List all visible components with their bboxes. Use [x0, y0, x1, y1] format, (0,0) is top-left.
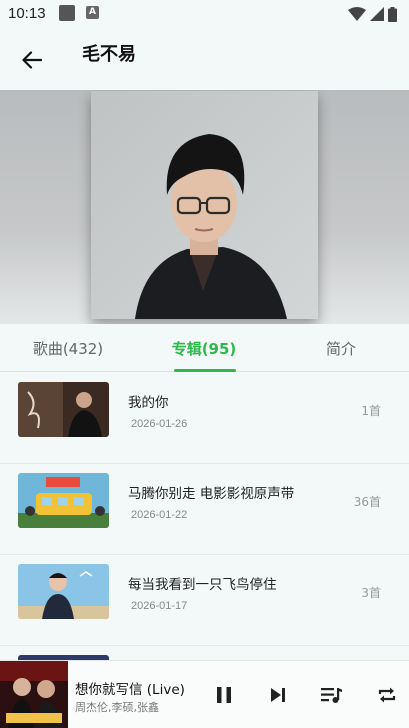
artist-photo [91, 91, 318, 319]
artist-hero [0, 90, 409, 324]
battery-icon [388, 6, 397, 22]
album-date: 2026-01-26 [131, 418, 188, 430]
header: 毛不易 [0, 30, 409, 90]
skip-next-icon [271, 688, 285, 702]
album-song-count: 36首 [353, 495, 381, 509]
album-name: 每当我看到一只飞鸟停住 [128, 577, 277, 593]
album-item[interactable]: 我的你 2026-01-26 1首 [0, 373, 409, 464]
album-item[interactable]: 每当我看到一只飞鸟停住 2026-01-17 3首 [0, 555, 409, 646]
tab-indicator [174, 369, 236, 372]
status-time: 10:13 [8, 5, 46, 22]
tab-albums[interactable]: 专辑(95) [136, 324, 272, 372]
page-title: 毛不易 [82, 44, 136, 65]
notification-icon [59, 5, 75, 21]
album-item[interactable]: 马腾你别走 电影影视原声带 2026-01-22 36首 [0, 464, 409, 555]
status-bar: 10:13 A [0, 0, 409, 30]
queue-music-icon [321, 688, 342, 703]
album-cover [18, 473, 109, 528]
wifi-icon [348, 7, 366, 21]
album-date: 2026-01-22 [131, 509, 188, 521]
album-cover [18, 382, 109, 437]
mini-player[interactable]: 想你就写信 (Live) 周杰伦,李硕,张鑫 [0, 660, 409, 728]
album-date: 2026-01-17 [131, 600, 188, 612]
playlist-button[interactable] [318, 681, 346, 709]
album-cover [18, 564, 109, 619]
arrow-left-icon [22, 51, 42, 69]
status-a-icon: A [86, 6, 99, 19]
pause-icon [217, 687, 231, 703]
back-button[interactable] [14, 44, 50, 76]
album-song-count: 1首 [361, 404, 381, 418]
now-playing-cover [0, 661, 68, 728]
status-icons [348, 6, 397, 22]
album-item[interactable] [0, 646, 409, 660]
album-song-count: 3首 [361, 586, 381, 600]
pause-button[interactable] [210, 681, 238, 709]
tab-intro[interactable]: 简介 [273, 324, 409, 372]
signal-icon [370, 7, 384, 21]
album-list: 我的你 2026-01-26 1首 马腾你别走 电影影视原声带 2026-01-… [0, 373, 409, 660]
repeat-icon [378, 687, 396, 703]
album-name: 马腾你别走 电影影视原声带 [128, 486, 295, 502]
now-playing-artist: 周杰伦,李硕,张鑫 [75, 701, 159, 714]
tab-bar: 歌曲(432) 专辑(95) 简介 [0, 324, 409, 372]
next-button[interactable] [264, 681, 292, 709]
tab-songs[interactable]: 歌曲(432) [0, 324, 136, 372]
repeat-button[interactable] [373, 681, 401, 709]
album-name: 我的你 [128, 395, 169, 411]
now-playing-title: 想你就写信 (Live) [75, 682, 185, 698]
